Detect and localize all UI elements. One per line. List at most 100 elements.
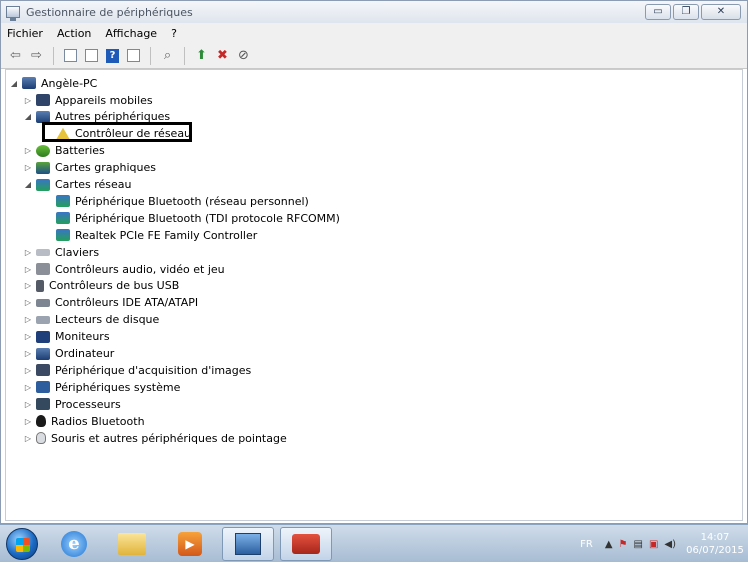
tree-node[interactable]: ▷ Cartes graphiques — [24, 160, 156, 176]
tree-node-label: Périphérique d'acquisition d'images — [55, 363, 252, 377]
tree-node-label: Cartes réseau — [55, 178, 132, 191]
windows-logo-icon — [6, 527, 38, 560]
flag-icon[interactable]: ⚑ — [619, 539, 628, 550]
help-icon[interactable]: ? — [104, 47, 121, 64]
menu-action[interactable]: Action — [57, 27, 91, 40]
collapse-arrow-icon[interactable]: ◢ — [10, 79, 18, 88]
collapse-arrow-icon[interactable]: ◢ — [24, 112, 32, 121]
system-icon — [36, 381, 50, 394]
language-indicator[interactable]: FR — [580, 539, 593, 550]
tree-node[interactable]: ▷ Souris et autres périphériques de point… — [24, 430, 287, 446]
usb-icon — [36, 279, 44, 292]
taskbar-device-manager[interactable] — [222, 526, 274, 561]
close-button[interactable]: ✕ — [701, 4, 741, 20]
tree-node[interactable]: Realtek PCIe FE Family Controller — [44, 227, 257, 243]
tree-node[interactable]: ◢ Autres périphériques — [24, 109, 170, 125]
properties-icon[interactable] — [62, 47, 79, 64]
toolbar-separator — [53, 46, 54, 65]
computer-icon — [36, 347, 50, 360]
expand-arrow-icon[interactable]: ▷ — [24, 163, 32, 172]
toolbox-icon — [292, 533, 320, 554]
device-manager-icon — [6, 6, 20, 21]
expand-arrow-icon[interactable]: ▷ — [24, 146, 32, 155]
clock[interactable]: 14:07 06/07/2015 — [682, 531, 748, 557]
clock-time: 14:07 — [700, 532, 730, 543]
tree-node[interactable]: Périphérique Bluetooth (réseau personnel… — [44, 193, 309, 209]
expand-arrow-icon[interactable]: ▷ — [24, 298, 32, 307]
minimize-button[interactable]: ▭ — [645, 4, 671, 20]
monitor-icon — [36, 330, 50, 343]
tree-node[interactable]: ▷ Appareils mobiles — [24, 92, 153, 108]
update-driver-icon[interactable]: ⬆ — [193, 47, 210, 64]
menu-fichier[interactable]: Fichier — [7, 27, 43, 40]
tree-node-label: Contrôleurs audio, vidéo et jeu — [55, 262, 225, 276]
tree-node[interactable]: ▷ Ordinateur — [24, 346, 114, 362]
expand-arrow-icon[interactable]: ▷ — [24, 434, 32, 443]
tree-node[interactable]: ▷ Contrôleurs IDE ATA/ATAPI — [24, 295, 198, 311]
maximize-button[interactable]: ❐ — [673, 4, 699, 20]
uninstall-icon[interactable]: ✖ — [214, 47, 231, 64]
tree-node-label: Souris et autres périphériques de pointa… — [51, 431, 287, 445]
taskbar-toolbox[interactable] — [280, 526, 332, 561]
menu-help[interactable]: ? — [171, 27, 177, 40]
device-manager-window: Gestionnaire de périphériques ▭ ❐ ✕ Fich… — [0, 0, 748, 524]
disk-icon — [36, 315, 50, 324]
tree-node[interactable]: ▷ Batteries — [24, 143, 105, 159]
mouse-icon — [36, 432, 46, 444]
computer-icon — [22, 77, 36, 89]
expand-arrow-icon[interactable]: ▷ — [24, 96, 32, 105]
network-icon[interactable]: ▤ — [634, 539, 643, 550]
expand-arrow-icon[interactable]: ▷ — [24, 349, 32, 358]
tree-node[interactable]: ▷ Processeurs — [24, 396, 121, 412]
start-button[interactable] — [2, 527, 42, 561]
back-icon[interactable]: ⇦ — [7, 47, 24, 64]
expand-arrow-icon[interactable]: ▷ — [24, 265, 32, 274]
tree-node[interactable]: ▷ Contrôleurs audio, vidéo et jeu — [24, 261, 225, 277]
menu-affichage[interactable]: Affichage — [105, 27, 157, 40]
power-icon[interactable]: ▣ — [649, 539, 658, 550]
expand-arrow-icon[interactable]: ▷ — [24, 366, 32, 375]
tree-node[interactable]: ◢ Cartes réseau — [24, 177, 132, 193]
expand-arrow-icon[interactable]: ▷ — [24, 400, 32, 409]
other-devices-icon — [36, 110, 50, 123]
menu-bar: Fichier Action Affichage ? — [1, 23, 747, 43]
forward-icon[interactable]: ⇨ — [28, 47, 45, 64]
collapse-arrow-icon[interactable]: ◢ — [24, 180, 32, 189]
title-bar[interactable]: Gestionnaire de périphériques ▭ ❐ ✕ — [1, 1, 747, 23]
scan-icon[interactable]: ⌕ — [159, 47, 176, 64]
tree-root[interactable]: ◢ Angèle-PC — [10, 75, 97, 91]
tree-node[interactable]: ▷ Périphériques système — [24, 379, 180, 395]
tree-node[interactable]: Contrôleur de réseau — [44, 126, 191, 142]
tree-root-label: Angèle-PC — [41, 76, 98, 90]
tree-node[interactable]: ▷ Contrôleurs de bus USB — [24, 278, 179, 294]
tree-node[interactable]: ▷ Lecteurs de disque — [24, 312, 159, 328]
audio-icon — [36, 263, 50, 275]
expand-arrow-icon[interactable]: ▷ — [24, 281, 32, 290]
expand-arrow-icon[interactable]: ▷ — [24, 248, 32, 257]
network-adapter-icon — [56, 229, 70, 242]
taskbar-ie[interactable]: e — [48, 527, 100, 561]
tree-node[interactable]: ▷ Claviers — [24, 244, 99, 260]
volume-icon[interactable]: ◀) — [664, 539, 676, 550]
tree-node-label: Realtek PCIe FE Family Controller — [75, 228, 258, 242]
tree-node-label: Batteries — [55, 144, 105, 158]
expand-arrow-icon[interactable]: ▷ — [24, 417, 32, 426]
expand-arrow-icon[interactable]: ▷ — [24, 332, 32, 341]
keyboard-icon — [36, 248, 50, 256]
disable-icon[interactable]: ⊘ — [235, 47, 252, 64]
view2-icon[interactable] — [125, 47, 142, 64]
view-icon[interactable] — [83, 47, 100, 64]
window-title: Gestionnaire de périphériques — [26, 5, 193, 19]
taskbar-explorer[interactable] — [106, 527, 158, 561]
tree-node[interactable]: ▷ Périphérique d'acquisition d'images — [24, 362, 251, 378]
taskbar-media-player[interactable]: ▶ — [164, 527, 216, 561]
tree-node[interactable]: ▷ Moniteurs — [24, 329, 110, 345]
tray-arrow-icon[interactable]: ▲ — [605, 539, 613, 550]
system-tray: FR ▲ ⚑ ▤ ▣ ◀) 14:07 06/07/2015 — [580, 525, 748, 563]
battery-icon — [36, 144, 50, 157]
ide-icon — [36, 298, 50, 307]
expand-arrow-icon[interactable]: ▷ — [24, 315, 32, 324]
tree-node[interactable]: Périphérique Bluetooth (TDI protocole RF… — [44, 210, 340, 226]
tree-node[interactable]: ▷ Radios Bluetooth — [24, 413, 145, 429]
expand-arrow-icon[interactable]: ▷ — [24, 383, 32, 392]
